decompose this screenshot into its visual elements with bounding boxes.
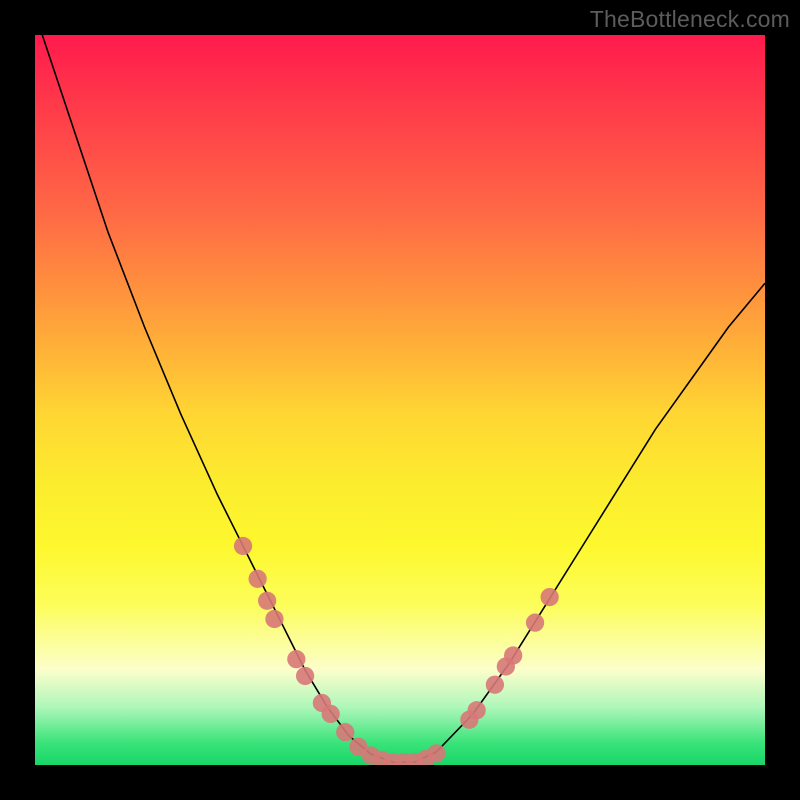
data-point [468,701,486,719]
highlighted-points [234,537,559,765]
chart-svg-layer [35,35,765,765]
data-point [336,723,354,741]
data-point [427,744,445,762]
data-point [486,676,504,694]
data-point [258,592,276,610]
data-point [249,570,267,588]
bottleneck-curve [35,35,765,762]
data-point [234,537,252,555]
data-point [287,650,305,668]
data-point [526,614,544,632]
data-point [504,646,522,664]
data-point [296,667,314,685]
data-point [541,588,559,606]
watermark-text: TheBottleneck.com [590,6,790,33]
data-point [322,705,340,723]
chart-frame: TheBottleneck.com [0,0,800,800]
data-point [265,610,283,628]
